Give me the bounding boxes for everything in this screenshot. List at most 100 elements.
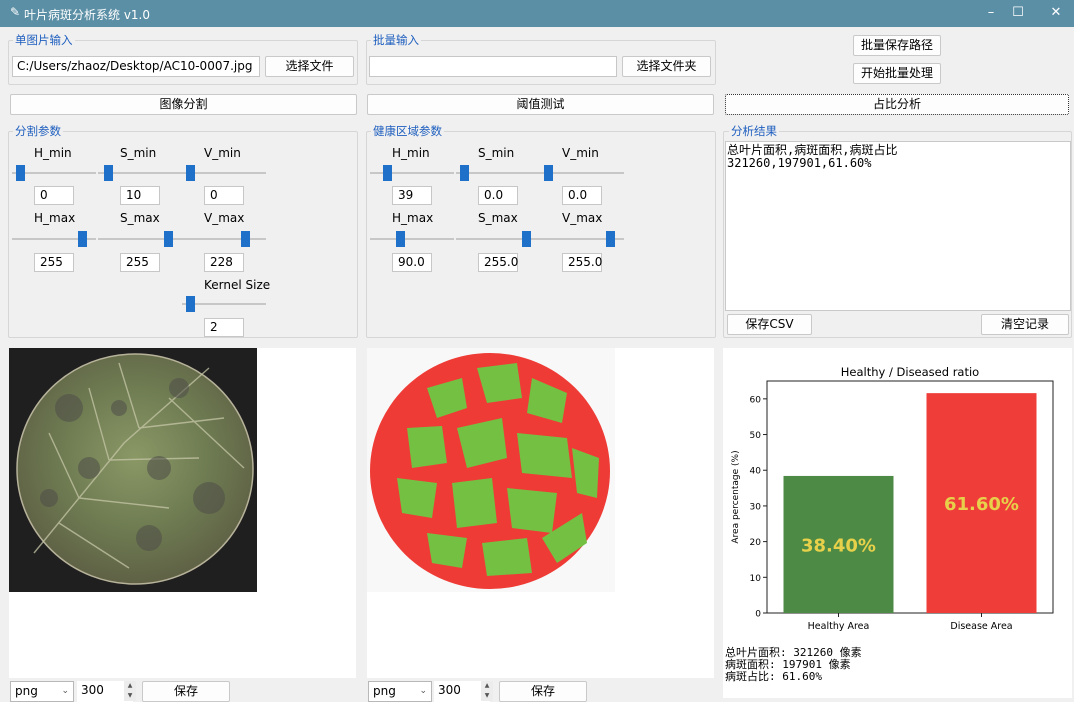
seg_params-v_max-label: V_max bbox=[204, 211, 245, 225]
spin-up-icon[interactable]: ▲ bbox=[481, 681, 493, 691]
save-image-button-mid[interactable]: 保存 bbox=[499, 681, 587, 702]
seg_params-s_max-slider-thumb[interactable] bbox=[164, 231, 173, 247]
y-tick-label: 30 bbox=[750, 502, 762, 512]
seg_params-s_max-value-field[interactable]: 255 bbox=[120, 253, 160, 272]
seg_params-v_min-value-field[interactable]: 0 bbox=[204, 186, 244, 205]
chevron-down-icon: ⌄ bbox=[61, 686, 69, 696]
save-csv-button[interactable]: 保存CSV bbox=[727, 314, 812, 335]
healthy-params-label: 健康区域参数 bbox=[371, 124, 444, 138]
chart-title: Healthy / Diseased ratio bbox=[841, 365, 979, 379]
app-feather-icon: ✎ bbox=[10, 5, 21, 19]
healthy_params-s_min-slider-thumb[interactable] bbox=[460, 165, 469, 181]
close-button[interactable]: ✕ bbox=[1041, 4, 1071, 22]
healthy_params-h_max-label: H_max bbox=[392, 211, 434, 225]
batch-folder-path-field[interactable] bbox=[369, 56, 617, 77]
healthy_params-s_min-value-field[interactable]: 0.0 bbox=[478, 186, 518, 205]
title-bar: ✎ 叶片病斑分析系统 v1.0 – ☐ ✕ bbox=[0, 0, 1074, 27]
healthy_params-v_max-slider-thumb[interactable] bbox=[606, 231, 615, 247]
healthy_params-h_min-label: H_min bbox=[392, 146, 430, 160]
seg_params-v_min-label: V_min bbox=[204, 146, 241, 160]
ratio-bar-chart: Healthy / Diseased ratio 0 10 20 30 40 50 60 Are… bbox=[731, 365, 1054, 632]
kernel-size-label: Kernel Size bbox=[204, 278, 271, 292]
healthy-params-group bbox=[366, 131, 716, 338]
healthy_params-h_min-slider-thumb[interactable] bbox=[383, 165, 393, 181]
y-axis-label: Area percentage (%) bbox=[731, 450, 741, 543]
spin-down-icon[interactable]: ▼ bbox=[481, 691, 493, 701]
seg_params-s_min-label: S_min bbox=[120, 146, 157, 160]
summary-line: 病斑占比: 61.60% bbox=[725, 670, 822, 683]
results-label: 分析结果 bbox=[729, 124, 779, 138]
batch-input-label: 批量输入 bbox=[371, 33, 421, 47]
y-tick-label: 50 bbox=[750, 431, 762, 441]
spin-up-icon[interactable]: ▲ bbox=[124, 681, 136, 691]
seg-params-group bbox=[8, 131, 358, 338]
healthy_params-v_min-label: V_min bbox=[562, 146, 599, 160]
healthy_params-v_min-slider-thumb[interactable] bbox=[544, 165, 553, 181]
seg_params-h_min-slider-thumb[interactable] bbox=[16, 165, 25, 181]
format-value: png bbox=[373, 684, 396, 698]
seg_params-h_max-label: H_max bbox=[34, 211, 76, 225]
x-tick-label: Healthy Area bbox=[808, 621, 870, 632]
single-input-label: 单图片输入 bbox=[13, 33, 75, 47]
dpi-value: 300 bbox=[438, 683, 461, 697]
seg_params-s_min-slider-thumb[interactable] bbox=[104, 165, 114, 181]
healthy_params-h_max-slider[interactable] bbox=[370, 238, 454, 240]
format-select-left[interactable]: png ⌄ bbox=[10, 681, 74, 702]
minimize-button[interactable]: – bbox=[976, 4, 1006, 22]
y-tick-label: 60 bbox=[750, 395, 762, 405]
kernel-size-value-field[interactable]: 2 bbox=[204, 318, 244, 337]
segmented-leaf-image bbox=[367, 348, 615, 592]
healthy_params-h_min-value-field[interactable]: 39 bbox=[392, 186, 432, 205]
healthy_params-v_max-value-field[interactable]: 255.0 bbox=[562, 253, 602, 272]
seg_params-v_max-slider[interactable] bbox=[182, 238, 266, 240]
healthy_params-s_min-label: S_min bbox=[478, 146, 515, 160]
results-line: 321260,197901,61.60% bbox=[727, 156, 872, 170]
choose-folder-button[interactable]: 选择文件夹 bbox=[622, 56, 711, 77]
healthy_params-h_max-slider-thumb[interactable] bbox=[395, 231, 405, 247]
segment-button[interactable]: 图像分割 bbox=[10, 94, 357, 115]
segmented-image-panel bbox=[367, 348, 714, 678]
dpi-spin-arrows-mid[interactable]: ▲ ▼ bbox=[481, 681, 493, 702]
bar-value-label: 38.40% bbox=[801, 535, 876, 556]
kernel-size-slider-thumb[interactable] bbox=[186, 296, 195, 312]
seg_params-v_min-slider-thumb[interactable] bbox=[186, 165, 195, 181]
window-title: 叶片病斑分析系统 v1.0 bbox=[24, 8, 151, 22]
healthy_params-v_min-value-field[interactable]: 0.0 bbox=[562, 186, 602, 205]
choose-file-button[interactable]: 选择文件 bbox=[265, 56, 354, 77]
dpi-spin-arrows-left[interactable]: ▲ ▼ bbox=[124, 681, 136, 702]
y-tick-label: 10 bbox=[750, 574, 762, 584]
seg_params-h_max-slider-thumb[interactable] bbox=[78, 231, 87, 247]
bar-value-label: 61.60% bbox=[944, 494, 1019, 515]
results-text-area[interactable]: 总叶片面积,病斑面积,病斑占比 321260,197901,61.60% bbox=[725, 141, 1071, 311]
healthy_params-s_max-label: S_max bbox=[478, 211, 518, 225]
seg_params-v_max-value-field[interactable]: 228 bbox=[204, 253, 244, 272]
seg-params-label: 分割参数 bbox=[13, 124, 63, 138]
chart-panel: Healthy / Diseased ratio 0 10 20 30 40 50 60 Are… bbox=[723, 348, 1072, 646]
seg_params-h_max-value-field[interactable]: 255 bbox=[34, 253, 74, 272]
y-tick-label: 40 bbox=[750, 467, 762, 477]
single-image-path-field[interactable]: C:/Users/zhaoz/Desktop/AC10-0007.jpg bbox=[12, 56, 260, 77]
healthy_params-h_max-value-field[interactable]: 90.0 bbox=[392, 253, 432, 272]
y-tick-label: 0 bbox=[755, 610, 761, 620]
threshold-test-button[interactable]: 阈值测试 bbox=[367, 94, 714, 115]
seg_params-v_max-slider-thumb[interactable] bbox=[241, 231, 251, 247]
batch-save-path-button[interactable]: 批量保存路径 bbox=[853, 35, 941, 56]
clear-records-button[interactable]: 清空记录 bbox=[981, 314, 1069, 335]
original-image-panel bbox=[9, 348, 356, 678]
chevron-down-icon: ⌄ bbox=[419, 686, 427, 696]
spin-down-icon[interactable]: ▼ bbox=[124, 691, 136, 701]
healthy_params-v_max-label: V_max bbox=[562, 211, 603, 225]
original-leaf-image bbox=[9, 348, 257, 592]
x-tick-label: Disease Area bbox=[950, 621, 1012, 632]
seg_params-s_min-value-field[interactable]: 10 bbox=[120, 186, 160, 205]
save-image-button-left[interactable]: 保存 bbox=[142, 681, 230, 702]
format-select-mid[interactable]: png ⌄ bbox=[368, 681, 432, 702]
seg_params-s_max-label: S_max bbox=[120, 211, 160, 225]
y-tick-label: 20 bbox=[750, 538, 762, 548]
healthy_params-s_max-slider-thumb[interactable] bbox=[522, 231, 531, 247]
start-batch-button[interactable]: 开始批量处理 bbox=[853, 63, 941, 84]
healthy_params-s_max-value-field[interactable]: 255.0 bbox=[478, 253, 518, 272]
ratio-analysis-button[interactable]: 占比分析 bbox=[725, 94, 1069, 115]
maximize-button[interactable]: ☐ bbox=[1003, 4, 1033, 22]
seg_params-h_min-value-field[interactable]: 0 bbox=[34, 186, 74, 205]
